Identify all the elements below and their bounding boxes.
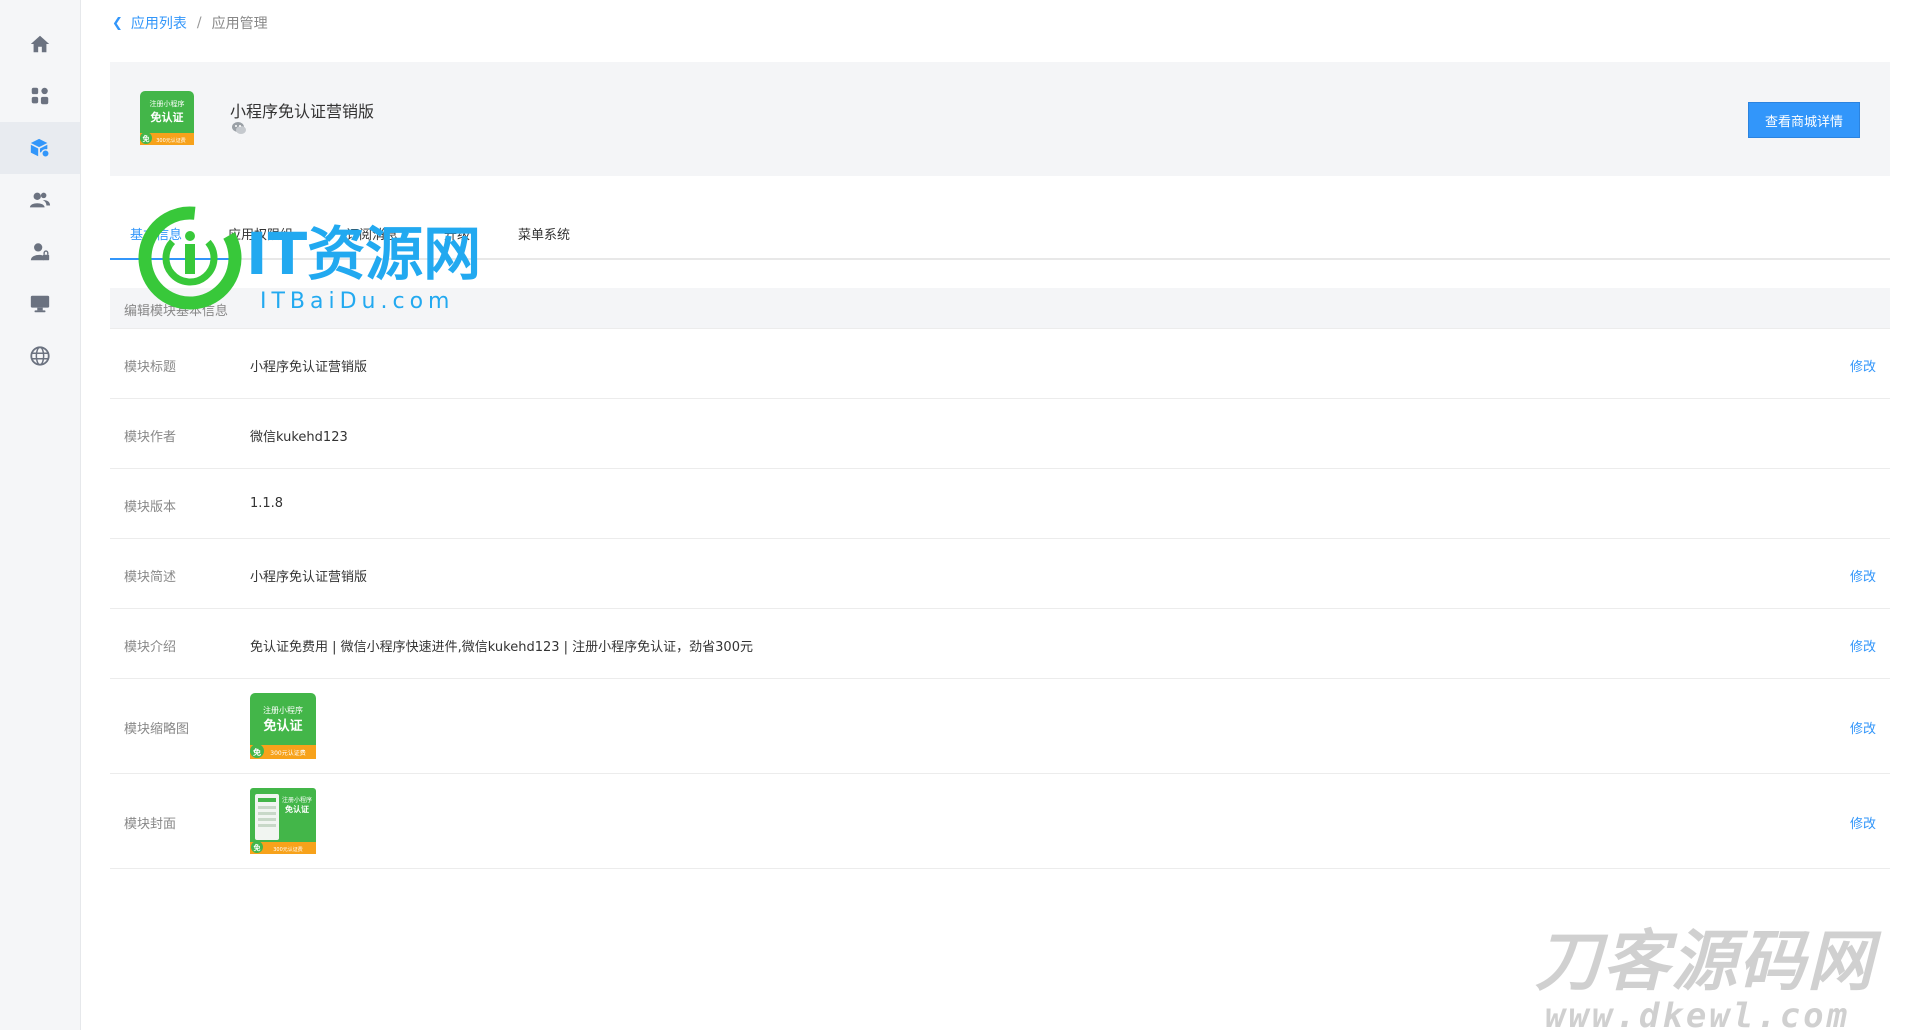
sidebar-item-globe[interactable]: [0, 330, 80, 382]
cover-badge: 免: [254, 843, 261, 852]
sidebar-item-permissions[interactable]: [0, 226, 80, 278]
row-label: 模块简述: [124, 570, 177, 585]
cover-line2: 免认证: [285, 804, 309, 814]
row-label: 模块标题: [124, 360, 177, 375]
row-value: 免认证免费用 | 微信小程序快速进件,微信kukehd123 | 注册小程序免认…: [250, 640, 753, 655]
thumb-line3: 300元认证费: [270, 749, 305, 757]
sidebar-item-home[interactable]: [0, 18, 80, 70]
sidebar-item-apps[interactable]: [0, 70, 80, 122]
thumbnail-image: 注册小程序 免认证 免 300元认证费: [250, 693, 316, 759]
dkewl-watermark-cn: 刀客源码网: [1535, 923, 1875, 1000]
row-label: 模块介绍: [124, 640, 177, 655]
view-shop-details-button[interactable]: 查看商城详情: [1748, 102, 1860, 138]
dkewl-watermark-en: www.dkewl.com: [1545, 996, 1851, 1036]
itbaidu-watermark-en: ITBaiDu.com: [260, 289, 454, 314]
itbaidu-watermark-cn: IT资源网: [246, 220, 481, 288]
dkewl-watermark: 刀客源码网 www.dkewl.com: [1535, 928, 1875, 1036]
home-icon: [30, 35, 50, 53]
module-icon: [30, 138, 50, 158]
app-logo-line1: 注册小程序: [150, 99, 185, 108]
breadcrumb: ❮ 应用列表 / 应用管理: [112, 13, 268, 33]
table-row: 模块封面 注册小程序 免认证 免 300元认证费 修改: [110, 774, 1890, 869]
table-row: 模块作者 微信kukehd123: [110, 399, 1890, 469]
app-logo-line2: 免认证: [151, 110, 184, 124]
row-value: 小程序免认证营销版: [250, 570, 368, 585]
row-label: 模块缩略图: [124, 722, 190, 737]
edit-title-link[interactable]: 修改: [1850, 356, 1876, 375]
breadcrumb-app-list-link[interactable]: 应用列表: [131, 13, 187, 33]
sidebar: [0, 0, 81, 1030]
edit-cover-link[interactable]: 修改: [1850, 813, 1876, 832]
cover-image: 注册小程序 免认证 免 300元认证费: [250, 788, 316, 854]
chevron-left-icon[interactable]: ❮: [112, 16, 123, 31]
thumb-line1: 注册小程序: [263, 705, 303, 715]
sidebar-item-users[interactable]: [0, 174, 80, 226]
users-icon: [29, 192, 51, 208]
wechat-icon: [232, 122, 246, 134]
edit-intro-link[interactable]: 修改: [1850, 636, 1876, 655]
app-logo-badge: 免: [143, 134, 150, 143]
globe-icon: [30, 346, 50, 366]
edit-summary-link[interactable]: 修改: [1850, 566, 1876, 585]
itbaidu-watermark: IT资源网 ITBaiDu.com: [138, 206, 481, 314]
table-row: 模块缩略图 注册小程序 免认证 免 300元认证费 修改: [110, 679, 1890, 774]
monitor-icon: [30, 295, 50, 313]
thumb-badge: 免: [253, 747, 261, 757]
thumb-line2: 免认证: [263, 718, 302, 734]
row-label: 模块封面: [124, 817, 177, 832]
table-row: 模块简述 小程序免认证营销版 修改: [110, 539, 1890, 609]
row-label: 模块作者: [124, 430, 177, 445]
row-value: 1.1.8: [250, 496, 284, 511]
sidebar-item-module[interactable]: [0, 122, 80, 174]
breadcrumb-separator: /: [196, 15, 202, 31]
user-lock-icon: [30, 243, 50, 261]
sidebar-item-monitor[interactable]: [0, 278, 80, 330]
row-value: 小程序免认证营销版: [250, 360, 368, 375]
table-row: 模块介绍 免认证免费用 | 微信小程序快速进件,微信kukehd123 | 注册…: [110, 609, 1890, 679]
app-title: 小程序免认证营销版: [230, 102, 375, 121]
row-label: 模块版本: [124, 500, 177, 515]
cover-line3: 300元认证费: [273, 846, 303, 853]
breadcrumb-current: 应用管理: [211, 16, 268, 32]
apps-icon: [31, 87, 49, 105]
row-value: 微信kukehd123: [250, 430, 348, 445]
table-row: 模块标题 小程序免认证营销版 修改: [110, 329, 1890, 399]
cover-line1: 注册小程序: [282, 796, 312, 804]
app-logo: 注册小程序 免认证 免 300元认证费: [140, 91, 194, 145]
app-header-card: 注册小程序 免认证 免 300元认证费 小程序免认证营销版 查看商城详情: [110, 62, 1890, 176]
edit-thumbnail-link[interactable]: 修改: [1850, 718, 1876, 737]
app-logo-line3: 300元认证费: [156, 137, 186, 144]
table-row: 模块版本 1.1.8: [110, 469, 1890, 539]
